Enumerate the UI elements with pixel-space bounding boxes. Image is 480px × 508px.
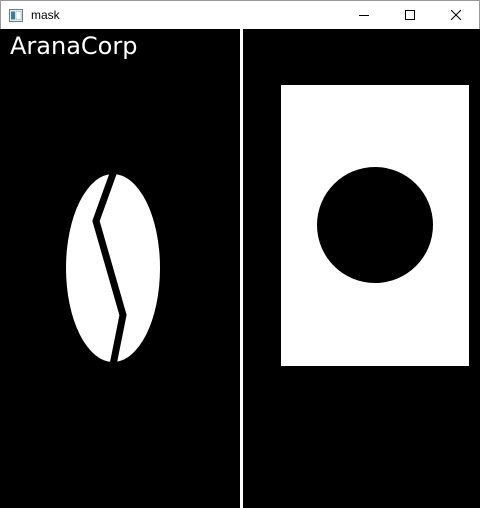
close-button[interactable] (433, 1, 479, 29)
left-image-panel: AranaCorp (0, 29, 240, 508)
minimize-icon (359, 10, 369, 20)
maximize-icon (405, 10, 415, 20)
close-icon (451, 10, 461, 20)
window-controls (341, 1, 479, 30)
title-bar[interactable]: mask (0, 0, 480, 29)
window-title: mask (31, 8, 60, 22)
app-window: mask AranaCorp (0, 0, 480, 508)
rectangle-circle-mask (281, 85, 469, 366)
brand-label: AranaCorp (10, 32, 138, 60)
coffee-bean-mask (66, 169, 160, 366)
minimize-button[interactable] (341, 1, 387, 29)
image-canvas: AranaCorp (0, 29, 480, 508)
right-image-panel (243, 29, 480, 508)
maximize-button[interactable] (387, 1, 433, 29)
black-circle (317, 167, 433, 283)
app-icon (8, 7, 24, 23)
